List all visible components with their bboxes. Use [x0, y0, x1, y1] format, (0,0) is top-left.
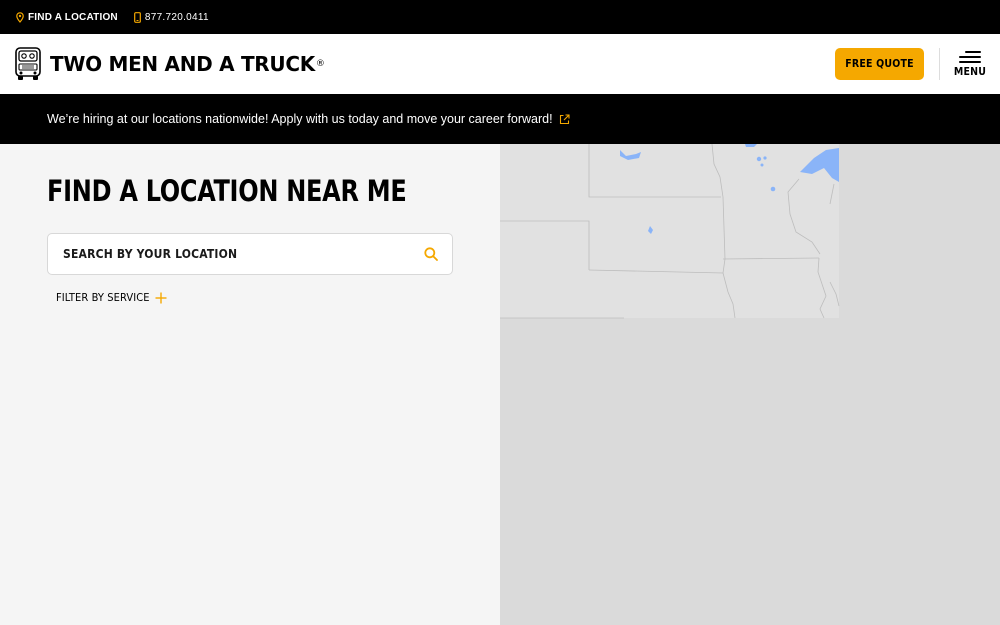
location-search-box — [47, 233, 453, 275]
location-pin-icon — [16, 11, 24, 23]
brand-name: TWO MEN AND A TRUCK — [50, 52, 315, 76]
search-icon — [424, 247, 438, 261]
map-tiles — [500, 144, 840, 319]
external-link-icon — [559, 113, 570, 124]
registered-mark: ® — [315, 59, 325, 69]
phone-number: 877.720.0411 — [144, 11, 209, 23]
header-divider — [939, 48, 940, 80]
filter-by-service-toggle[interactable]: FILTER BY SERVICE — [56, 291, 167, 304]
search-button[interactable] — [410, 233, 452, 275]
free-quote-button[interactable]: FREE QUOTE — [835, 48, 924, 80]
hiring-banner-text: We’re hiring at our locations nationwide… — [47, 112, 553, 126]
hiring-banner[interactable]: We’re hiring at our locations nationwide… — [0, 94, 1000, 144]
page-title: FIND A LOCATION NEAR ME — [47, 174, 407, 208]
phone-icon — [133, 11, 141, 23]
menu-button[interactable]: MENU — [952, 48, 988, 80]
brand-logo[interactable]: TWO MEN AND A TRUCK ® — [14, 46, 325, 82]
find-location-link[interactable]: FIND A LOCATION — [16, 12, 118, 23]
utility-bar: FIND A LOCATION 877.720.0411 — [0, 0, 1000, 34]
truck-mascot-icon — [15, 47, 41, 80]
location-map[interactable] — [500, 144, 1000, 625]
find-location-label: FIND A LOCATION — [28, 11, 118, 23]
hamburger-icon — [959, 51, 981, 63]
site-header: TWO MEN AND A TRUCK ® FREE QUOTE MENU — [0, 34, 1000, 94]
location-search-panel: FIND A LOCATION NEAR ME FILTER BY SERVIC… — [0, 144, 500, 625]
filter-label: FILTER BY SERVICE — [56, 291, 150, 304]
location-search-input[interactable] — [48, 234, 410, 274]
menu-label: MENU — [953, 66, 987, 78]
phone-link[interactable]: 877.720.0411 — [133, 11, 209, 23]
plus-icon — [155, 292, 167, 303]
